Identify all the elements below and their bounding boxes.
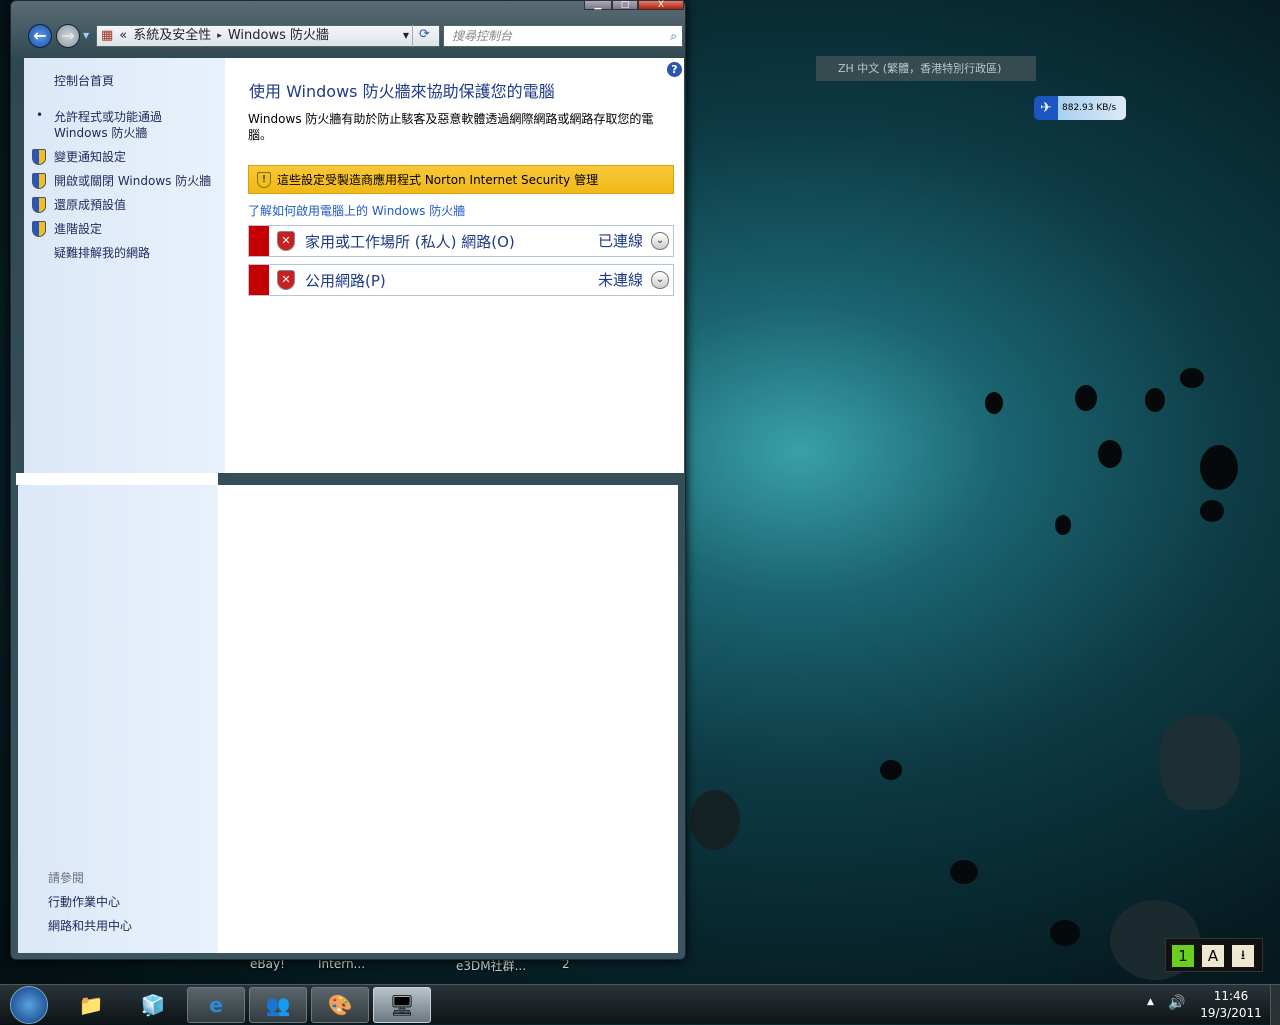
control-panel-icon: ▦	[101, 28, 114, 43]
error-shield-icon: ✕	[277, 231, 295, 251]
see-also-action-center[interactable]: 行動作業中心	[48, 894, 120, 910]
start-button[interactable]	[10, 986, 48, 1024]
breadcrumb-current[interactable]: Windows 防火牆	[228, 26, 329, 46]
close-button[interactable]: X	[638, 0, 684, 10]
explorer-taskbar-icon[interactable]: 📁	[62, 987, 120, 1023]
clock[interactable]: 11:46 19/3/2011	[1196, 988, 1266, 1022]
bird-icon: ✈	[1040, 100, 1052, 116]
uac-shield-icon	[32, 149, 46, 165]
address-dropdown-icon[interactable]: ▼	[403, 26, 409, 46]
minimize-button[interactable]: ▁	[584, 0, 612, 10]
caption-buttons: ▁ □ X	[584, 0, 684, 10]
address-bar[interactable]: ▦ « 系統及安全性 ▸ Windows 防火牆 ▼	[96, 25, 440, 47]
chevron-down-icon[interactable]: ⌄	[651, 271, 669, 289]
sidebar-item-home[interactable]: 控制台首頁	[54, 73, 114, 89]
back-button[interactable]: ←	[28, 24, 52, 48]
navigation-bar: ← → ▼ ▦ « 系統及安全性 ▸ Windows 防火牆 ▼ ⟳ 搜尋控制台…	[26, 23, 686, 49]
breadcrumb-parent[interactable]: 系統及安全性	[133, 26, 211, 46]
refresh-button[interactable]: ⟳	[412, 25, 436, 47]
sidebar-item-advanced[interactable]: 進階設定	[54, 221, 102, 237]
ime-down-button[interactable]: ⭳	[1232, 945, 1254, 967]
description: Windows 防火牆有助於防止駭客及惡意軟體透過網際網路或網路存取您的電腦。	[248, 112, 654, 142]
messenger-taskbar-icon[interactable]: 👥	[249, 987, 307, 1023]
breadcrumb-prefix[interactable]: «	[119, 26, 127, 46]
recent-pages-dropdown[interactable]: ▼	[83, 31, 89, 40]
clock-date: 19/3/2011	[1200, 1006, 1262, 1020]
search-input[interactable]: 搜尋控制台 ⌕	[443, 25, 683, 47]
ime-toolbar: 1 A ⭳	[1165, 938, 1263, 972]
ime-char-button[interactable]: A	[1202, 945, 1224, 967]
bullet-icon: •	[36, 108, 44, 122]
breadcrumb-separator[interactable]: ▸	[217, 26, 222, 46]
sidebar-item-allow-program[interactable]: 允許程式或功能通過 Windows 防火牆	[54, 109, 174, 141]
forward-button[interactable]: →	[56, 24, 80, 48]
taskbar: 📁 🧊 e 👥 🎨 🖥 ▲ 🔊 11:46 19/3/2011	[0, 984, 1280, 1025]
ie-taskbar-icon[interactable]: e	[187, 987, 245, 1023]
error-shield-icon: ✕	[277, 270, 295, 290]
learn-link[interactable]: 了解如何啟用電腦上的 Windows 防火牆	[248, 202, 465, 219]
uac-shield-icon	[32, 173, 46, 189]
search-icon[interactable]: ⌕	[670, 26, 677, 46]
maximize-button[interactable]: □	[612, 0, 638, 10]
see-also-heading: 請參閱	[48, 871, 85, 885]
network-row-public[interactable]: ✕ 公用網路(P) 未連線 ⌄	[248, 264, 674, 296]
ime-mode-button[interactable]: 1	[1172, 945, 1194, 967]
sidebar-item-restore-defaults[interactable]: 還原成預設值	[54, 197, 126, 213]
sidebar-item-troubleshoot[interactable]: 疑難排解我的網路	[54, 245, 150, 261]
help-button[interactable]: ?	[667, 62, 682, 77]
speed-value: 882.93 KB/s	[1062, 103, 1117, 113]
network-status: 未連線	[597, 271, 643, 289]
speed-widget[interactable]: ✈ 882.93 KB/s	[1034, 96, 1126, 120]
sidebar-item-toggle-firewall[interactable]: 開啟或關閉 Windows 防火牆	[54, 173, 211, 189]
hp-taskbar-icon[interactable]: 🧊	[124, 987, 182, 1023]
warning-shield-icon: !	[257, 171, 271, 188]
norton-warning-banner: ! 這些設定受製造商應用程式 Norton Internet Security …	[248, 165, 674, 194]
volume-icon[interactable]: 🔊	[1168, 995, 1185, 1011]
main-pane-lower	[218, 485, 678, 953]
uac-shield-icon	[32, 197, 46, 213]
paint-taskbar-icon[interactable]: 🎨	[311, 987, 369, 1023]
show-hidden-icons[interactable]: ▲	[1147, 997, 1154, 1007]
see-also-network-center[interactable]: 網路和共用中心	[48, 918, 132, 934]
language-bar[interactable]: ZH 中文 (繁體，香港特別行政區)	[816, 56, 1036, 81]
network-row-private[interactable]: ✕ 家用或工作場所 (私人) 網路(O) 已連線 ⌄	[248, 225, 674, 257]
clock-time: 11:46	[1213, 989, 1249, 1003]
uac-shield-icon	[32, 221, 46, 237]
show-desktop-button[interactable]	[1270, 985, 1280, 1025]
network-status: 已連線	[597, 232, 643, 250]
page-title: 使用 Windows 防火牆來協助保護您的電腦	[249, 82, 555, 101]
control-panel-taskbar-icon[interactable]: 🖥	[373, 987, 431, 1023]
sidebar-item-notifications[interactable]: 變更通知設定	[54, 149, 126, 165]
chevron-down-icon[interactable]: ⌄	[651, 232, 669, 250]
